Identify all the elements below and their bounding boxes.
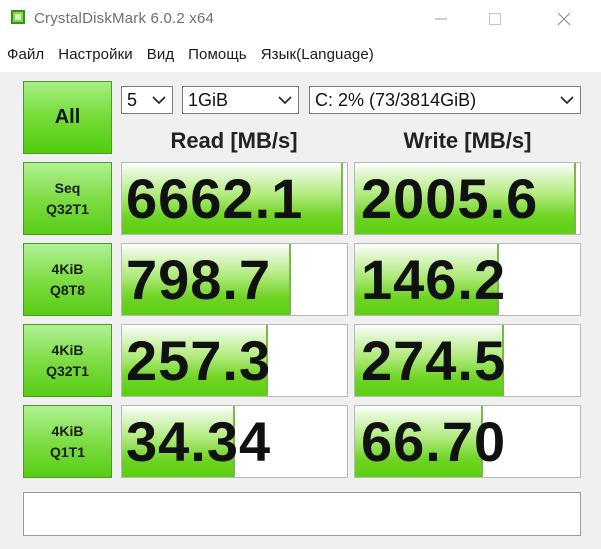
row-label-line2: Q32T1	[46, 200, 89, 217]
read-value: 798.7	[126, 248, 272, 311]
test-count-select[interactable]: 5	[121, 86, 173, 114]
comment-input[interactable]	[23, 492, 581, 536]
maximize-button[interactable]	[472, 0, 518, 38]
menu-view[interactable]: Вид	[147, 46, 174, 63]
chevron-down-icon	[152, 96, 166, 105]
drive-value: C: 2% (73/3814GiB)	[315, 90, 477, 110]
test-size-value: 1GiB	[188, 90, 229, 110]
test-size-select[interactable]: 1GiB	[182, 86, 299, 114]
menu-language[interactable]: Язык(Language)	[261, 46, 374, 63]
test-count-value: 5	[127, 90, 138, 110]
maximize-icon	[489, 13, 501, 25]
result-4kib-q1t1-read: 34.34	[121, 405, 348, 478]
4kib-q1t1-button[interactable]: 4KiB Q1T1	[23, 405, 112, 478]
write-value: 146.2	[361, 248, 507, 311]
seq-q32t1-button[interactable]: Seq Q32T1	[23, 162, 112, 235]
chevron-down-icon	[278, 96, 292, 105]
write-value: 274.5	[361, 329, 507, 392]
chevron-down-icon	[560, 96, 574, 105]
menu-help[interactable]: Помощь	[188, 46, 247, 63]
4kib-q8t8-button[interactable]: 4KiB Q8T8	[23, 243, 112, 316]
menu-bar: Файл Настройки Вид Помощь Язык(Language)	[0, 38, 601, 70]
result-4kib-q8t8-read: 798.7	[121, 243, 348, 316]
write-value: 66.70	[361, 410, 507, 473]
write-value: 2005.6	[361, 167, 539, 230]
minimize-icon	[435, 18, 447, 20]
read-column-header: Read [MB/s]	[170, 128, 298, 153]
run-all-button[interactable]: All	[23, 81, 112, 154]
crystaldiskmark-app-icon	[11, 10, 25, 24]
row-label-line1: Seq	[54, 179, 81, 196]
4kib-q32t1-button[interactable]: 4KiB Q32T1	[23, 324, 112, 397]
window-title: CrystalDiskMark 6.0.2 x64	[34, 10, 215, 27]
title-bar: CrystalDiskMark 6.0.2 x64	[0, 0, 601, 38]
row-label-line1: 4KiB	[51, 260, 84, 277]
row-label-line1: 4KiB	[51, 422, 84, 439]
read-value: 6662.1	[126, 167, 304, 230]
result-4kib-q32t1-read: 257.3	[121, 324, 348, 397]
result-seq-write: 2005.6	[354, 162, 581, 235]
close-icon	[558, 13, 570, 25]
menu-file[interactable]: Файл	[7, 46, 44, 63]
result-seq-read: 6662.1	[121, 162, 348, 235]
write-column-header: Write [MB/s]	[403, 128, 532, 153]
read-value: 257.3	[126, 329, 272, 392]
close-button[interactable]	[541, 0, 587, 38]
row-label-line2: Q32T1	[46, 362, 89, 379]
menu-settings[interactable]: Настройки	[58, 46, 132, 63]
row-label-line2: Q1T1	[49, 443, 85, 460]
minimize-button[interactable]	[418, 0, 464, 38]
result-4kib-q32t1-write: 274.5	[354, 324, 581, 397]
result-4kib-q8t8-write: 146.2	[354, 243, 581, 316]
read-value: 34.34	[126, 410, 272, 473]
drive-select[interactable]: C: 2% (73/3814GiB)	[309, 86, 581, 114]
row-label-line2: Q8T8	[49, 281, 85, 298]
result-4kib-q1t1-write: 66.70	[354, 405, 581, 478]
row-label-line1: 4KiB	[51, 341, 84, 358]
